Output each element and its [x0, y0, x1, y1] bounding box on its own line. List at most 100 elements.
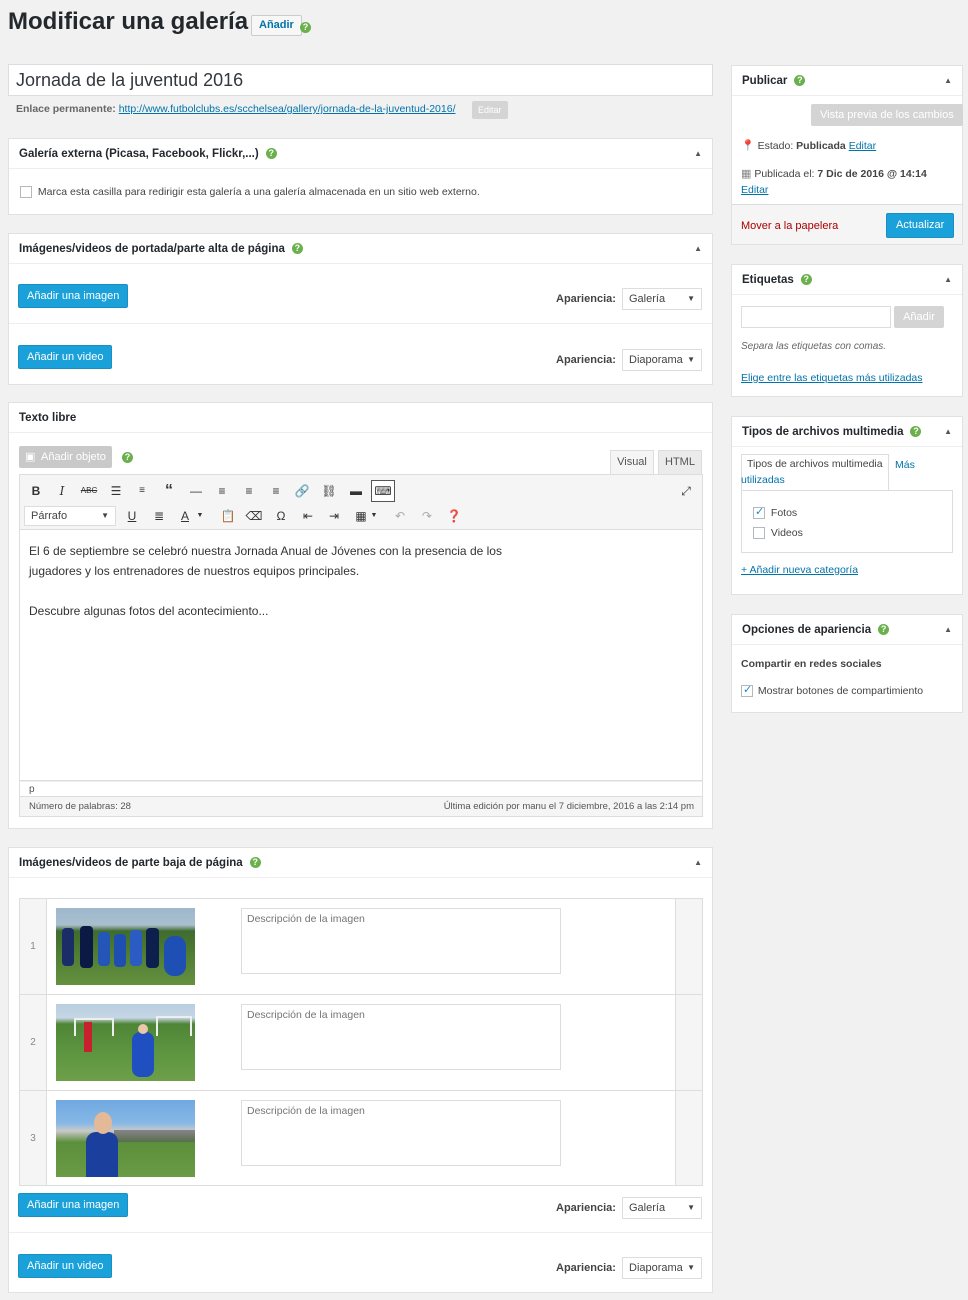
add-tag-button[interactable]: Añadir	[894, 306, 944, 328]
help-icon[interactable]: ?	[800, 274, 812, 285]
box-header[interactable]: Opciones de apariencia ? ▲	[732, 615, 962, 645]
add-new-button[interactable]: Añadir	[251, 15, 302, 36]
social-share-subtitle: Compartir en redes sociales	[741, 658, 882, 670]
box-header[interactable]: Tipos de archivos multimedia ? ▲	[732, 417, 962, 447]
box-header[interactable]: Imágenes/videos de portada/parte alta de…	[9, 234, 712, 264]
italic-icon[interactable]: I	[52, 481, 72, 501]
collapse-arrow-icon[interactable]: ▲	[694, 149, 702, 158]
redo-icon[interactable]: ↷	[417, 506, 437, 526]
justify-icon[interactable]: ≣	[149, 506, 169, 526]
move-to-trash-link[interactable]: Mover a la papelera	[741, 220, 838, 232]
image-description-input[interactable]	[241, 908, 561, 974]
collapse-arrow-icon[interactable]: ▲	[944, 625, 952, 634]
bold-icon[interactable]: B	[26, 481, 46, 501]
status-edit-link[interactable]: Editar	[849, 140, 876, 152]
add-video-button[interactable]: Añadir un video	[18, 345, 113, 369]
photos-checkbox[interactable]	[753, 505, 765, 520]
format-select[interactable]: Párrafo ▼	[24, 506, 116, 526]
add-object-button[interactable]: ▣ Añadir objeto	[19, 446, 112, 468]
add-image-button[interactable]: Añadir una imagen	[18, 284, 129, 308]
post-title-input[interactable]: Jornada de la juventud 2016	[8, 64, 713, 96]
external-gallery-checkbox[interactable]	[20, 186, 32, 199]
row-number: 3	[30, 1133, 36, 1144]
read-more-icon[interactable]: ▬	[346, 481, 366, 501]
update-button[interactable]: Actualizar	[886, 213, 955, 238]
status-row: 📍 Estado: Publicada Editar	[741, 139, 876, 152]
undo-icon[interactable]: ↶	[390, 506, 410, 526]
media-type-item-photos[interactable]: Fotos	[753, 505, 797, 520]
share-buttons-checkbox[interactable]	[741, 683, 753, 698]
row-divider	[20, 994, 702, 995]
blockquote-icon[interactable]: “	[159, 481, 179, 501]
box-header[interactable]: Etiquetas ? ▲	[732, 265, 962, 295]
tab-visual[interactable]: Visual	[610, 450, 654, 474]
table-icon[interactable]: ▦	[351, 506, 371, 526]
gallery-thumbnail[interactable]	[56, 908, 195, 985]
collapse-arrow-icon[interactable]: ▲	[694, 244, 702, 253]
box-header[interactable]: Imágenes/videos de parte baja de página …	[9, 848, 712, 878]
toolbar-toggle-icon[interactable]: ⌨	[371, 480, 395, 502]
media-types-box: Tipos de archivos multimedia ? ▲ Tipos d…	[731, 416, 963, 595]
choose-tags-link[interactable]: Elige entre las etiquetas más utilizadas	[741, 372, 923, 384]
gallery-thumbnail[interactable]	[56, 1100, 195, 1177]
link-icon[interactable]: 🔗	[292, 481, 312, 501]
video-appearance-select[interactable]: Diaporama ▼	[622, 1257, 702, 1279]
preview-changes-button[interactable]: Vista previa de los cambios	[811, 104, 963, 126]
bottom-media-box: Imágenes/videos de parte baja de página …	[8, 847, 713, 1293]
box-header[interactable]: Publicar ? ▲	[732, 66, 962, 96]
collapse-arrow-icon[interactable]: ▲	[944, 76, 952, 85]
paste-text-icon[interactable]: 📋	[218, 506, 238, 526]
strikethrough-icon[interactable]: ABC	[79, 481, 99, 501]
bullet-list-icon[interactable]: ☰	[106, 481, 126, 501]
help-icon[interactable]: ?	[878, 624, 890, 635]
videos-checkbox[interactable]	[753, 527, 765, 540]
chevron-down-icon[interactable]: ▼	[195, 506, 205, 526]
help-icon[interactable]: ?	[122, 452, 133, 463]
permalink-edit-button[interactable]: Editar	[472, 101, 508, 119]
help-circle-icon[interactable]: ❓	[444, 506, 464, 526]
chevron-down-icon[interactable]: ▼	[369, 506, 379, 526]
tab-html[interactable]: HTML	[658, 450, 702, 474]
collapse-arrow-icon[interactable]: ▲	[944, 427, 952, 436]
underline-icon[interactable]: U	[122, 506, 142, 526]
image-description-input[interactable]	[241, 1004, 561, 1070]
add-video-button[interactable]: Añadir un video	[18, 1254, 113, 1278]
collapse-arrow-icon[interactable]: ▲	[944, 275, 952, 284]
editor-content[interactable]: El 6 de septiembre se celebró nuestra Jo…	[19, 530, 703, 781]
help-icon[interactable]: ?	[794, 75, 806, 86]
image-appearance-select[interactable]: Galería ▼	[622, 288, 702, 310]
align-right-icon[interactable]: ≡	[266, 481, 286, 501]
published-edit-link[interactable]: Editar	[741, 184, 768, 196]
select-value: Galería	[629, 293, 666, 305]
permalink-url[interactable]: http://www.futbolclubs.es/scchelsea/gall…	[119, 103, 456, 115]
help-icon[interactable]: ?	[300, 22, 311, 33]
align-left-icon[interactable]: ≡	[212, 481, 232, 501]
collapse-arrow-icon[interactable]: ▲	[694, 858, 702, 867]
video-appearance-select[interactable]: Diaporama ▼	[622, 349, 702, 371]
outdent-icon[interactable]: ⇤	[298, 506, 318, 526]
special-char-icon[interactable]: Ω	[271, 506, 291, 526]
help-icon[interactable]: ?	[910, 426, 922, 437]
add-image-button[interactable]: Añadir una imagen	[18, 1193, 129, 1217]
fullscreen-icon[interactable]: ⤢	[676, 481, 696, 501]
media-type-item-videos[interactable]: Videos	[753, 527, 803, 540]
numbered-list-icon[interactable]: ≡	[132, 481, 152, 501]
tag-input[interactable]	[741, 306, 891, 328]
gallery-thumbnail[interactable]	[56, 1004, 195, 1081]
add-category-link[interactable]: + Añadir nueva categoría	[741, 564, 858, 576]
box-header[interactable]: Texto libre	[9, 403, 712, 433]
box-header[interactable]: Galería externa (Picasa, Facebook, Flick…	[9, 139, 712, 169]
help-icon[interactable]: ?	[249, 857, 261, 868]
help-icon[interactable]: ?	[265, 148, 277, 159]
align-center-icon[interactable]: ≡	[239, 481, 259, 501]
select-value: Diaporama	[629, 354, 683, 366]
share-buttons-row[interactable]: Mostrar botones de compartimiento	[741, 683, 923, 698]
unlink-icon[interactable]: ⛓	[319, 481, 339, 501]
indent-icon[interactable]: ⇥	[324, 506, 344, 526]
horizontal-rule-icon[interactable]: —	[186, 481, 206, 501]
clear-format-icon[interactable]: ⌫	[244, 506, 264, 526]
image-appearance-select[interactable]: Galería ▼	[622, 1197, 702, 1219]
image-description-input[interactable]	[241, 1100, 561, 1166]
text-color-icon[interactable]: A	[175, 506, 195, 526]
help-icon[interactable]: ?	[291, 243, 303, 254]
